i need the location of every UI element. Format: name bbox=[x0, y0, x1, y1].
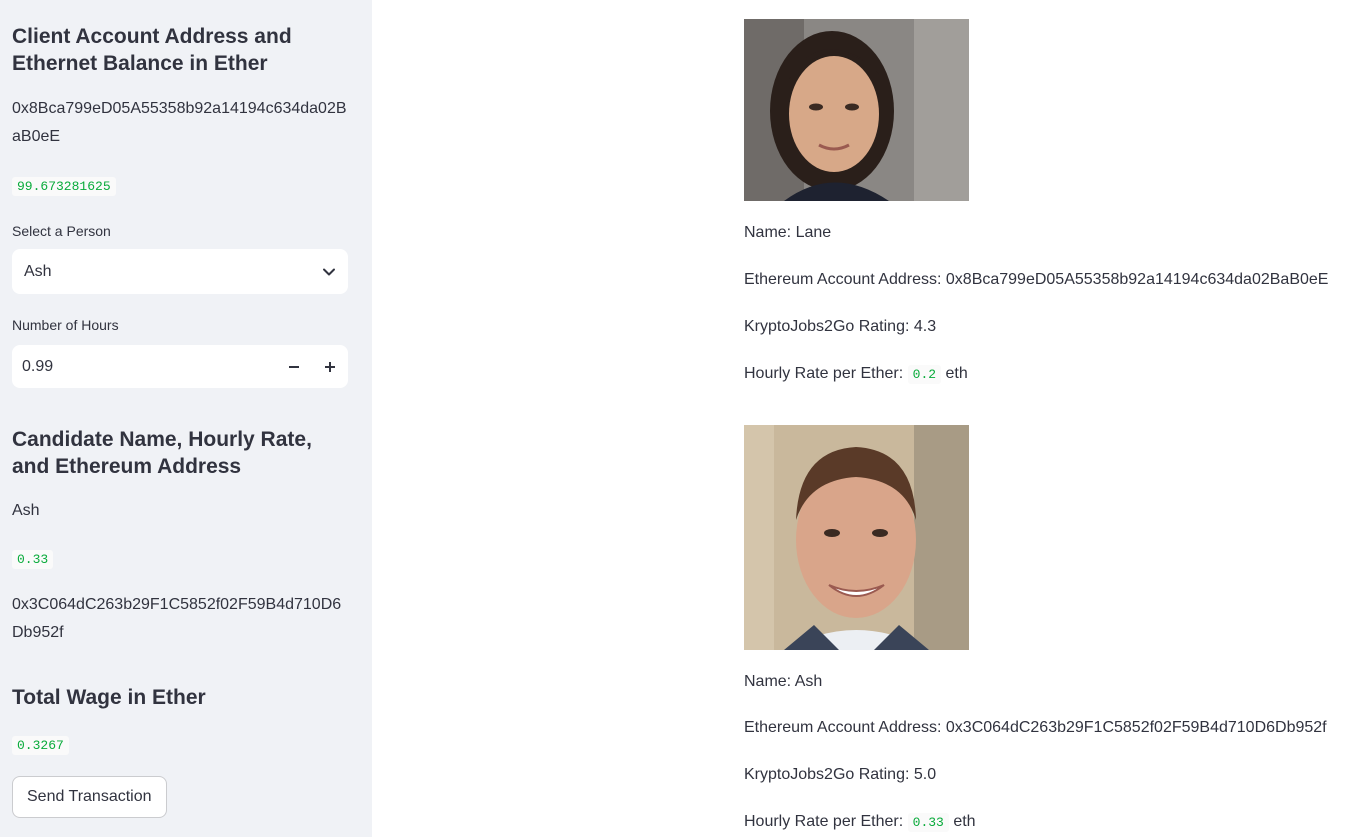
select-person-dropdown[interactable]: Ash bbox=[12, 249, 348, 294]
candidate-1-rate-value: 0.2 bbox=[907, 365, 942, 384]
send-transaction-button[interactable]: Send Transaction bbox=[12, 776, 167, 818]
decrement-button[interactable] bbox=[276, 345, 312, 388]
increment-button[interactable] bbox=[312, 345, 348, 388]
total-wage-value: 0.3267 bbox=[12, 736, 69, 755]
candidate-photo-ash bbox=[744, 425, 969, 650]
candidate-heading: Candidate Name, Hourly Rate, and Ethereu… bbox=[12, 428, 312, 478]
app-root: Client Account Address and Ethernet Bala… bbox=[0, 0, 1352, 837]
candidate-1-rate-line: Hourly Rate per Ether: 0.2 eth bbox=[744, 363, 968, 386]
client-account-heading: Client Account Address and Ethernet Bala… bbox=[12, 25, 292, 75]
sidebar: Client Account Address and Ethernet Bala… bbox=[0, 0, 372, 837]
candidate-rate: 0.33 bbox=[12, 550, 54, 569]
candidate-2-rate-value: 0.33 bbox=[907, 813, 949, 832]
candidate-2-rate-line: Hourly Rate per Ether: 0.33 eth bbox=[744, 811, 976, 834]
candidate-photo-lane bbox=[744, 19, 969, 201]
minus-icon bbox=[289, 365, 299, 368]
candidate-1-rate-unit: eth bbox=[945, 365, 968, 382]
candidate-2-rating: KryptoJobs2Go Rating: 5.0 bbox=[744, 766, 937, 783]
candidate-address: 0x3C064dC263b29F1C5852f02F59B4d710D6Db95… bbox=[12, 596, 342, 641]
candidate-2-rate-prefix: Hourly Rate per Ether: bbox=[744, 813, 904, 830]
hours-number-input: 0.99 bbox=[12, 345, 348, 388]
candidate-2-name: Name: Ash bbox=[744, 673, 823, 690]
candidate-1-rate-prefix: Hourly Rate per Ether: bbox=[744, 365, 904, 382]
candidate-2-rate-unit: eth bbox=[953, 813, 976, 830]
hours-label: Number of Hours bbox=[12, 317, 119, 333]
chevron-down-icon bbox=[322, 265, 336, 279]
select-person-value: Ash bbox=[24, 262, 52, 280]
client-balance: 99.673281625 bbox=[12, 177, 116, 196]
hours-input-field[interactable]: 0.99 bbox=[12, 358, 276, 376]
client-address: 0x8Bca799eD05A55358b92a14194c634da02BaB0… bbox=[12, 100, 347, 145]
candidate-1-address: Ethereum Account Address: 0x8Bca799eD05A… bbox=[744, 271, 1329, 288]
candidate-1-name: Name: Lane bbox=[744, 224, 832, 241]
candidate-2-address: Ethereum Account Address: 0x3C064dC263b2… bbox=[744, 719, 1327, 736]
total-wage-heading: Total Wage in Ether bbox=[12, 686, 206, 709]
candidate-name: Ash bbox=[12, 502, 40, 519]
plus-icon bbox=[325, 361, 335, 372]
candidate-1-rating: KryptoJobs2Go Rating: 4.3 bbox=[744, 318, 937, 335]
select-person-label: Select a Person bbox=[12, 223, 111, 239]
